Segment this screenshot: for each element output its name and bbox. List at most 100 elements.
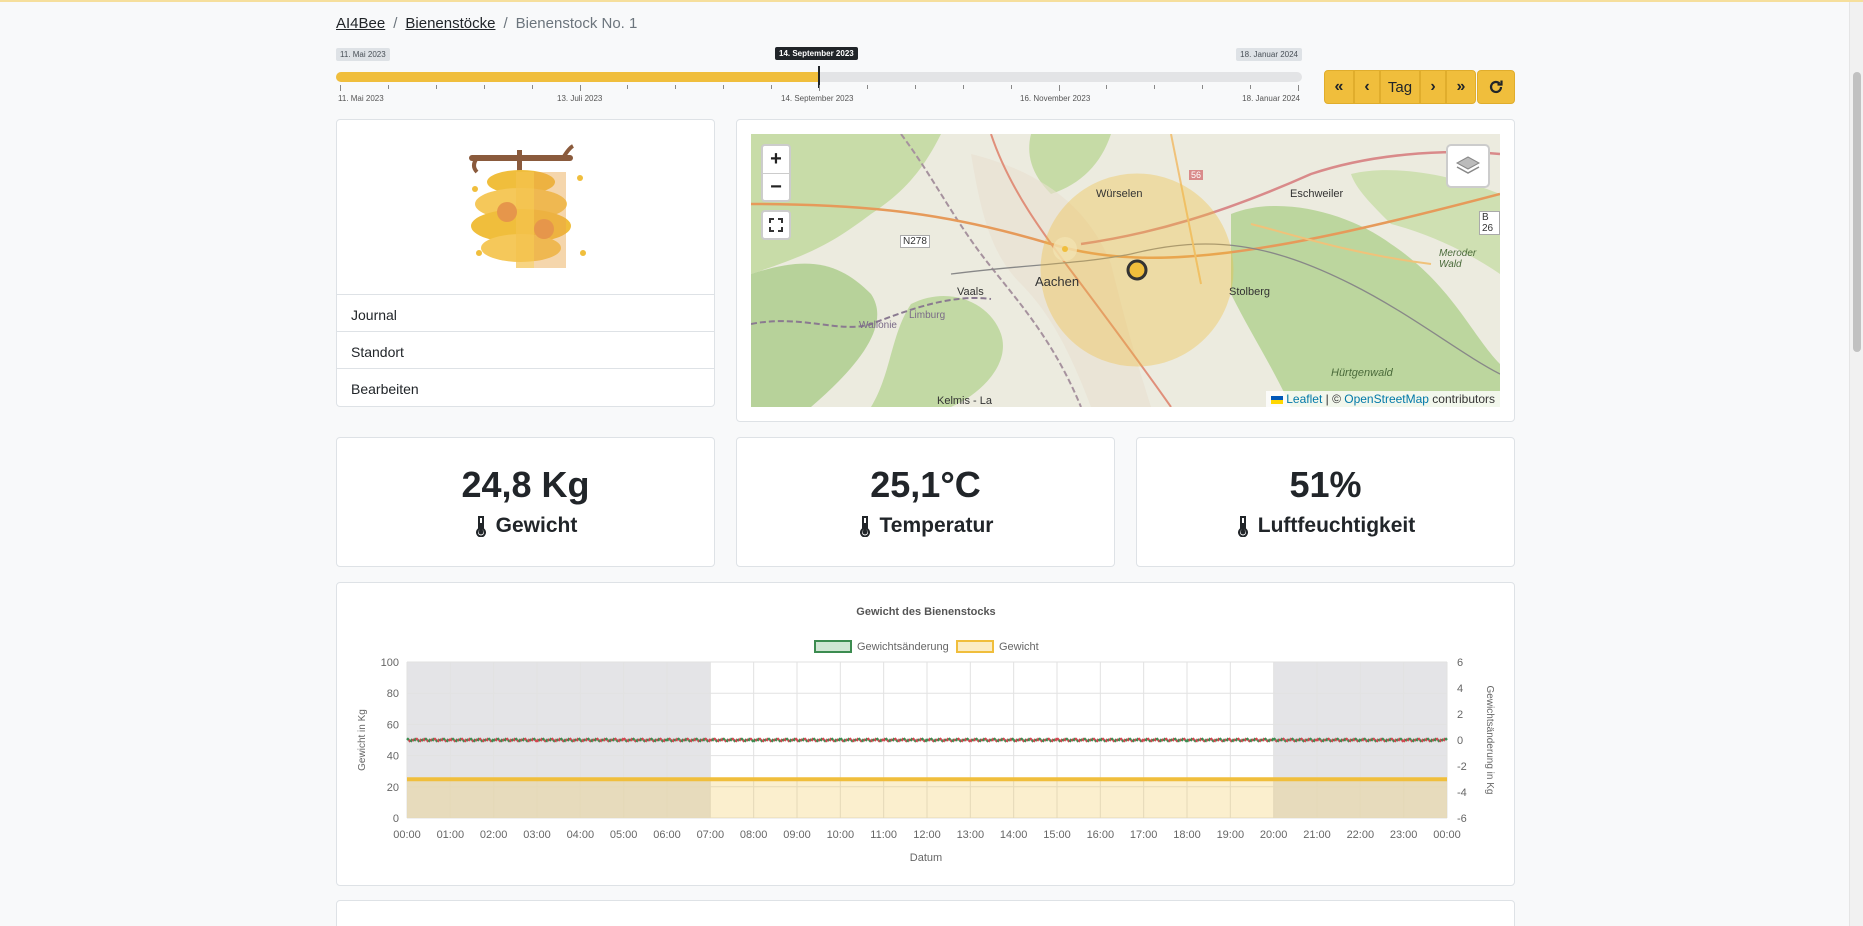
breadcrumb-home-link[interactable]: AI4Bee	[336, 15, 385, 32]
y2-tick-label: 6	[1457, 657, 1463, 669]
weight-change-segment	[622, 737, 627, 741]
weight-change-segment	[1038, 737, 1042, 741]
fullscreen-button[interactable]	[761, 210, 791, 240]
weight-change-segment	[758, 737, 762, 741]
weight-change-segment	[496, 737, 500, 741]
timeline-tick	[914, 85, 916, 89]
location-map[interactable]: Würselen Eschweiler Aachen Vaals Stolber…	[751, 134, 1500, 407]
weight-change-segment	[830, 737, 834, 741]
weight-change-segment	[532, 737, 537, 741]
hive-menu-location[interactable]: Standort	[337, 332, 714, 369]
x-tick-label: 03:00	[523, 829, 551, 841]
refresh-button[interactable]	[1477, 70, 1515, 104]
map-layers-button[interactable]	[1446, 144, 1490, 188]
weight-change-segment	[1254, 737, 1259, 741]
map-road-56: 56	[1189, 170, 1204, 180]
x-tick-label: 08:00	[740, 829, 768, 841]
hive-menu-edit[interactable]: Bearbeiten	[337, 369, 714, 406]
breadcrumb-hives-link[interactable]: Bienenstöcke	[405, 15, 495, 32]
timeline-tick	[962, 85, 964, 89]
timeline-tick	[579, 85, 581, 91]
hive-menu-journal[interactable]: Journal	[337, 295, 714, 332]
weight-change-segment	[1128, 737, 1132, 741]
leaflet-link[interactable]: Leaflet	[1286, 392, 1322, 406]
zoom-out-button[interactable]: −	[763, 173, 789, 200]
x-tick-label: 12:00	[913, 829, 941, 841]
weight-change-segment	[812, 737, 816, 741]
x-tick-label: 02:00	[480, 829, 508, 841]
weight-change-segment	[1245, 737, 1250, 741]
weight-change-segment	[1218, 737, 1223, 741]
weight-change-segment	[631, 737, 636, 741]
weight-chart[interactable]: Gewicht des Bienenstocks Gewichtsänderung…	[337, 583, 1514, 885]
weight-change-segment	[893, 737, 898, 741]
y2-tick-label: -4	[1457, 787, 1467, 799]
thermometer-icon	[859, 516, 870, 537]
weight-change-segment	[713, 737, 717, 741]
period-unit-button[interactable]: Tag	[1380, 70, 1420, 104]
map-label-kelmis: Kelmis - La	[937, 395, 993, 407]
weight-change-segment	[1001, 737, 1006, 741]
weight-label-row: Gewicht	[337, 514, 714, 538]
humidity-card: 51% Luftfeuchtigkeit	[1136, 437, 1515, 567]
x-tick-label: 00:00	[1433, 829, 1461, 841]
weight-change-segment	[487, 737, 491, 741]
weight-change-segment	[1426, 737, 1430, 741]
timeline-track[interactable]	[336, 66, 1302, 88]
osm-link[interactable]: OpenStreetMap	[1344, 392, 1429, 406]
weight-change-segment	[938, 737, 943, 741]
ukraine-flag-icon	[1271, 395, 1284, 404]
humidity-label-row: Luftfeuchtigkeit	[1137, 514, 1514, 538]
map-card: Würselen Eschweiler Aachen Vaals Stolber…	[736, 119, 1515, 422]
last-period-button[interactable]: »	[1446, 70, 1476, 104]
legend-label-weight: Gewicht	[999, 641, 1039, 653]
breadcrumb: AI4Bee / Bienenstöcke / Bienenstock No. …	[336, 15, 637, 32]
y-tick-label: 100	[381, 657, 399, 669]
map-label-vaals: Vaals	[957, 286, 984, 298]
timeline-tick	[1202, 85, 1204, 89]
weight-change-segment	[595, 737, 600, 741]
x-tick-label: 11:00	[870, 829, 897, 841]
timeline-ticks	[336, 85, 1302, 93]
weight-change-segment	[749, 737, 753, 741]
map-label-stolberg: Stolberg	[1229, 286, 1270, 298]
weight-change-segment	[1372, 737, 1376, 741]
weight-change-segment	[965, 737, 970, 741]
first-period-button[interactable]: «	[1324, 70, 1354, 104]
next-period-button[interactable]: ›	[1420, 70, 1446, 104]
map-attribution: Leaflet | © OpenStreetMap contributors	[1266, 391, 1500, 407]
timeline-tick	[771, 85, 773, 89]
timeline-tick-label: 14. September 2023	[781, 94, 854, 103]
weight-change-segment	[1308, 737, 1313, 741]
weight-change-segment	[433, 737, 437, 741]
weight-chart-card: Gewicht des Bienenstocks Gewichtsänderung…	[336, 582, 1515, 886]
y-tick-label: 60	[387, 719, 399, 731]
weight-change-segment	[1435, 737, 1439, 741]
weight-change-segment	[577, 737, 582, 741]
hive-card: Journal Standort Bearbeiten	[336, 119, 715, 407]
weight-change-segment	[821, 737, 825, 741]
weight-label: Gewicht	[495, 514, 578, 537]
temperature-value: 25,1°C	[870, 464, 981, 505]
weight-change-segment	[1444, 737, 1448, 741]
weight-change-segment	[1281, 737, 1286, 741]
timeline-tick	[627, 85, 629, 89]
page-scrollbar[interactable]	[1849, 2, 1863, 926]
timeline-slider[interactable]: 11. Mai 2023 14. September 2023 18. Janu…	[336, 47, 1302, 108]
zoom-in-button[interactable]: +	[763, 146, 789, 173]
legend-label-weight-change: Gewichtsänderung	[857, 641, 949, 653]
timeline-tick	[1298, 85, 1299, 91]
y2-tick-label: 4	[1457, 683, 1463, 695]
map-road-n278: N278	[900, 235, 930, 248]
weight-change-segment	[442, 737, 446, 741]
scrollbar-thumb[interactable]	[1853, 72, 1861, 352]
timeline-tick-label: 13. Juli 2023	[557, 94, 603, 103]
weight-change-segment	[920, 737, 925, 741]
x-tick-label: 19:00	[1217, 829, 1245, 841]
previous-period-button[interactable]: ‹	[1354, 70, 1380, 104]
weight-change-segment	[731, 737, 735, 741]
humidity-label: Luftfeuchtigkeit	[1257, 514, 1416, 537]
timeline-end-tag: 18. Januar 2024	[1236, 48, 1302, 61]
map-label-meroder: Meroder Wald	[1439, 248, 1477, 270]
map-zoom-control: + −	[761, 144, 791, 202]
